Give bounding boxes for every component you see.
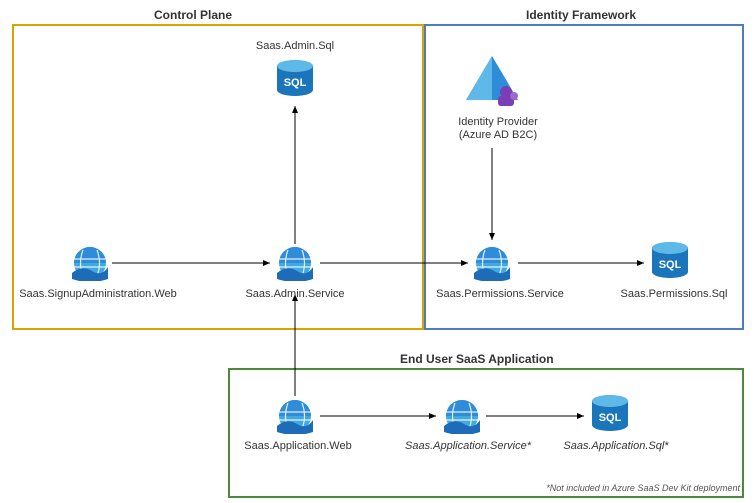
label-identity-provider: Identity Provider (Azure AD B2C) (448, 116, 548, 142)
sql-icon: SQL (648, 240, 692, 276)
app-service-icon (470, 245, 514, 281)
label-admin-service: Saas.Admin.Service (240, 288, 350, 300)
label-app-sql: Saas.Application.Sql* (556, 440, 676, 452)
label-app-web: Saas.Application.Web (238, 440, 358, 452)
sql-icon: SQL (588, 393, 632, 429)
group-title-control-plane: Control Plane (154, 8, 232, 22)
sql-icon: SQL (273, 58, 317, 94)
svg-text:SQL: SQL (599, 412, 622, 424)
svg-text:SQL: SQL (284, 77, 307, 89)
app-service-icon (68, 245, 112, 281)
app-service-icon (440, 398, 484, 434)
label-admin-sql: Saas.Admin.Sql (250, 40, 340, 52)
app-service-icon (273, 398, 317, 434)
label-signup-web: Saas.SignupAdministration.Web (18, 288, 178, 300)
group-control-plane: Control Plane (12, 24, 424, 330)
app-service-icon (273, 245, 317, 281)
group-title-end-user-app: End User SaaS Application (400, 352, 554, 366)
footnote: *Not included in Azure SaaS Dev Kit depl… (546, 483, 740, 493)
label-app-service: Saas.Application.Service* (398, 440, 538, 452)
label-perm-service: Saas.Permissions.Service (430, 288, 570, 300)
architecture-diagram: Control Plane Identity Framework End Use… (0, 0, 756, 503)
azure-logo-icon (462, 52, 522, 112)
label-identity-provider-line2: (Azure AD B2C) (448, 129, 548, 142)
label-identity-provider-line1: Identity Provider (448, 116, 548, 129)
label-perm-sql: Saas.Permissions.Sql (614, 288, 734, 300)
group-title-identity-framework: Identity Framework (526, 8, 636, 22)
svg-text:SQL: SQL (659, 259, 682, 271)
